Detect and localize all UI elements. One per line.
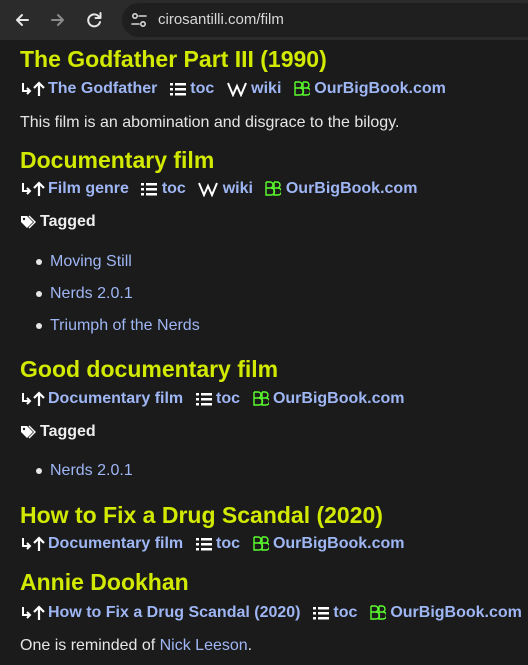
- toc-link[interactable]: toc: [162, 180, 186, 197]
- text-suffix: .: [247, 637, 253, 654]
- address-bar[interactable]: cirosantilli.com/film: [122, 3, 528, 37]
- parent-link[interactable]: How to Fix a Drug Scandal (2020): [48, 604, 301, 621]
- parent-arrow-icon: [20, 80, 48, 98]
- list-icon: [195, 536, 212, 552]
- section-text: This film is an abomination and disgrace…: [20, 114, 400, 131]
- parent-arrow-icon: [20, 180, 48, 198]
- ourbigbook-link[interactable]: OurBigBook.com: [286, 180, 418, 197]
- section-text: One is reminded of Nick Leeson.: [20, 637, 252, 655]
- tagged-heading: Tagged: [20, 423, 96, 441]
- parent-link[interactable]: Film genre: [48, 180, 129, 197]
- url-text[interactable]: cirosantilli.com/film: [158, 11, 284, 28]
- tagged-list: Moving Still Nerds 2.0.1 Triumph of the …: [20, 252, 200, 348]
- back-button[interactable]: [11, 9, 33, 31]
- wiki-link[interactable]: wiki: [223, 180, 253, 197]
- list-icon: [169, 81, 186, 97]
- text-prefix: One is reminded of: [20, 637, 160, 654]
- section-title[interactable]: Documentary film: [20, 146, 214, 174]
- list-icon: [312, 605, 329, 621]
- toc-link[interactable]: toc: [216, 535, 240, 552]
- toc-link[interactable]: toc: [216, 390, 240, 407]
- tagged-link[interactable]: Nerds 2.0.1: [50, 462, 133, 479]
- ourbigbook-link[interactable]: OurBigBook.com: [273, 390, 405, 407]
- tagged-label: Tagged: [40, 213, 96, 230]
- ourbigbook-link[interactable]: OurBigBook.com: [314, 80, 446, 97]
- ourbigbook-logo-icon: [265, 181, 282, 197]
- forward-button[interactable]: [47, 9, 69, 31]
- tagged-link[interactable]: Triumph of the Nerds: [50, 317, 200, 334]
- list-item: Nerds 2.0.1: [20, 461, 133, 493]
- tagged-list: Nerds 2.0.1: [20, 461, 133, 493]
- tag-icon: [20, 425, 36, 439]
- list-icon: [195, 391, 212, 407]
- nick-leeson-link[interactable]: Nick Leeson: [160, 637, 248, 654]
- parent-arrow-icon: [20, 390, 48, 408]
- tagged-link[interactable]: Moving Still: [50, 253, 132, 270]
- site-info-icon[interactable]: [130, 11, 148, 29]
- ourbigbook-logo-icon: [370, 605, 386, 621]
- parent-arrow-icon: [20, 604, 48, 622]
- list-icon: [141, 181, 158, 197]
- list-item: Moving Still: [20, 252, 200, 284]
- reload-button[interactable]: [83, 9, 105, 31]
- wikipedia-icon: [198, 181, 219, 197]
- wiki-link[interactable]: wiki: [251, 80, 281, 97]
- tag-icon: [20, 215, 36, 229]
- section-nav: Documentary film toc OurBigBook.com: [20, 534, 405, 554]
- ourbigbook-link[interactable]: OurBigBook.com: [390, 604, 522, 621]
- wikipedia-icon: [226, 81, 247, 97]
- tagged-heading: Tagged: [20, 213, 96, 231]
- parent-arrow-icon: [20, 535, 48, 553]
- section-title[interactable]: The Godfather Part III (1990): [20, 45, 327, 73]
- browser-toolbar: cirosantilli.com/film: [0, 0, 528, 40]
- parent-link[interactable]: Documentary film: [48, 390, 183, 407]
- toc-link[interactable]: toc: [190, 80, 214, 97]
- ourbigbook-logo-icon: [294, 81, 310, 97]
- tagged-link[interactable]: Nerds 2.0.1: [50, 285, 133, 302]
- ourbigbook-link[interactable]: OurBigBook.com: [273, 535, 405, 552]
- ourbigbook-logo-icon: [252, 391, 269, 407]
- list-item: Nerds 2.0.1: [20, 284, 200, 316]
- list-item: Triumph of the Nerds: [20, 316, 200, 348]
- ourbigbook-logo-icon: [252, 536, 269, 552]
- parent-link[interactable]: The Godfather: [48, 80, 157, 97]
- arrow-right-icon: [51, 14, 64, 26]
- tagged-label: Tagged: [40, 423, 96, 440]
- section-nav: Documentary film toc OurBigBook.com: [20, 389, 405, 409]
- arrow-left-icon: [16, 14, 29, 26]
- section-nav: Film genre toc wiki OurBigBook.com: [20, 179, 417, 199]
- section-title[interactable]: Good documentary film: [20, 355, 278, 383]
- section-title[interactable]: Annie Dookhan: [20, 568, 189, 596]
- section-nav: How to Fix a Drug Scandal (2020) toc Our…: [20, 603, 522, 623]
- parent-link[interactable]: Documentary film: [48, 535, 183, 552]
- toc-link[interactable]: toc: [333, 604, 357, 621]
- reload-icon: [87, 12, 102, 28]
- section-nav: The Godfather toc wiki OurBigBook.com: [20, 79, 446, 99]
- section-title[interactable]: How to Fix a Drug Scandal (2020): [20, 501, 383, 529]
